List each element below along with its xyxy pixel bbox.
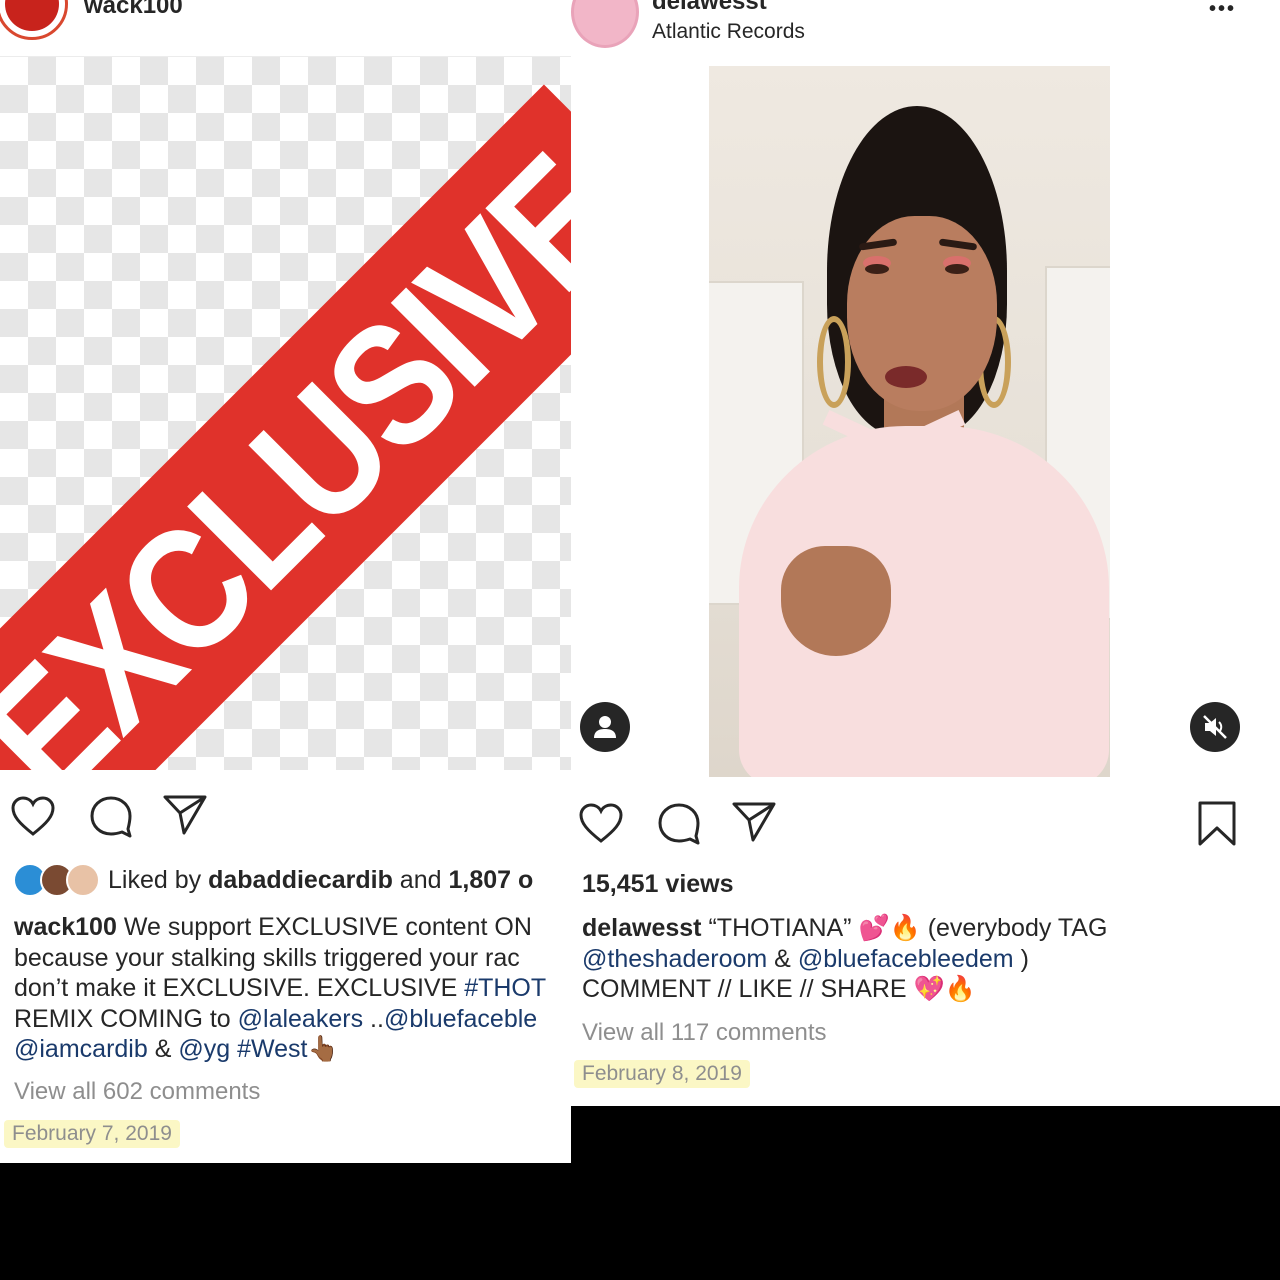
caption-text: because your stalking skills triggered y… — [14, 943, 520, 972]
right-username[interactable]: delawesst — [652, 0, 767, 16]
eye-right — [945, 264, 969, 274]
caption-line: COMMENT // LIKE // SHARE 💖🔥 — [582, 974, 1107, 1005]
mention-link[interactable]: @theshaderoom — [582, 945, 767, 973]
caption-text: don’t make it EXCLUSIVE. EXCLUSIVE — [14, 974, 458, 1002]
view-comments-link[interactable]: View all 117 comments — [582, 1019, 827, 1047]
caption-text: (everybody TAG — [927, 914, 1108, 942]
post-date: February 7, 2019 — [4, 1120, 180, 1148]
liked-by-suffix: and — [399, 866, 442, 894]
liked-by-user[interactable]: dabaddiecardib — [208, 866, 393, 894]
liked-by-row: Liked by dabaddiecardib and 1,807 o — [108, 866, 533, 895]
left-caption: wack100 We support EXCLUSIVE content ON … — [14, 912, 546, 1065]
eye-left — [865, 264, 889, 274]
caption-line: REMIX COMING to @laleakers ..@bluefacebl… — [14, 1004, 546, 1035]
share-icon[interactable] — [162, 793, 208, 837]
liked-count[interactable]: 1,807 o — [448, 866, 533, 894]
left-username[interactable]: wack100 — [84, 0, 183, 20]
caption-username[interactable]: delawesst — [582, 914, 702, 942]
bookmark-icon[interactable] — [1195, 800, 1239, 848]
left-post-header: wack100 — [0, 0, 571, 57]
mention-link[interactable]: @yg — [178, 1035, 230, 1063]
caption-line: @iamcardib & @yg #West👆🏾 — [14, 1034, 546, 1065]
caption-line: delawesst “THOTIANA” 💕🔥 (everybody TAG — [582, 913, 1107, 944]
exclusive-banner: EXCLUSIVE — [0, 84, 571, 770]
exclusive-banner-text: EXCLUSIVE — [0, 120, 571, 770]
mute-button[interactable] — [1190, 702, 1240, 752]
right-avatar[interactable] — [571, 0, 639, 48]
mouth-shape — [885, 366, 927, 388]
view-comments-link[interactable]: View all 602 comments — [14, 1078, 260, 1106]
left-avatar[interactable] — [0, 0, 68, 40]
caption-text: “THOTIANA” — [708, 914, 852, 942]
hashtag-link[interactable]: #THOT — [464, 974, 546, 1002]
caption-text: We support EXCLUSIVE content ON — [123, 913, 532, 941]
share-icon[interactable] — [731, 800, 777, 844]
right-post-header: delawesst Atlantic Records ••• — [571, 0, 1280, 64]
comment-icon[interactable] — [656, 802, 702, 846]
pointing-emoji: 👆🏾 — [307, 1035, 339, 1063]
earring-left — [817, 316, 851, 408]
hashtag-link[interactable]: #West — [237, 1035, 307, 1063]
left-post: wack100 EXCLUSIVE Liked by dabaddiecardi… — [0, 0, 571, 1163]
caption-emoji: 💖🔥 — [913, 975, 976, 1003]
heart-icon[interactable] — [10, 795, 56, 837]
liked-by-prefix: Liked by — [108, 866, 202, 894]
caption-line: wack100 We support EXCLUSIVE content ON — [14, 912, 546, 943]
caption-emoji: 💕🔥 — [858, 914, 921, 942]
exclusive-image: EXCLUSIVE — [0, 57, 571, 770]
caption-text: .. — [370, 1004, 384, 1033]
caption-text: & — [154, 1035, 172, 1063]
heart-icon[interactable] — [578, 802, 624, 844]
caption-line: don’t make it EXCLUSIVE. EXCLUSIVE #THOT — [14, 973, 546, 1004]
caption-line: because your stalking skills triggered y… — [14, 943, 546, 974]
user-tag-icon — [594, 716, 616, 738]
comment-icon[interactable] — [88, 795, 134, 839]
caption-text: REMIX COMING to — [14, 1004, 231, 1033]
mute-icon — [1203, 715, 1227, 739]
mention-link[interactable]: @bluefacebleedem — [798, 945, 1014, 973]
shirt-cutout — [781, 546, 891, 656]
caption-text: & — [774, 944, 791, 973]
mention-link[interactable]: @iamcardib — [14, 1035, 148, 1063]
video-player[interactable] — [709, 66, 1110, 777]
caption-text: ) — [1020, 944, 1029, 973]
more-options-icon[interactable]: ••• — [1209, 0, 1236, 21]
caption-username[interactable]: wack100 — [14, 913, 117, 941]
right-caption: delawesst “THOTIANA” 💕🔥 (everybody TAG @… — [582, 913, 1107, 1005]
mention-link[interactable]: @bluefaceble — [384, 1005, 537, 1033]
caption-text: COMMENT // LIKE // SHARE — [582, 975, 907, 1003]
right-post: delawesst Atlantic Records ••• 15,451 vi… — [571, 0, 1280, 1106]
liker-avatar-3 — [66, 863, 100, 897]
post-date: February 8, 2019 — [574, 1060, 750, 1088]
caption-line: @theshaderoom & @bluefacebleedem ) — [582, 944, 1107, 975]
right-subtitle[interactable]: Atlantic Records — [652, 20, 805, 44]
user-tag-button[interactable] — [580, 702, 630, 752]
view-count[interactable]: 15,451 views — [582, 870, 734, 899]
mention-link[interactable]: @laleakers — [238, 1005, 363, 1033]
